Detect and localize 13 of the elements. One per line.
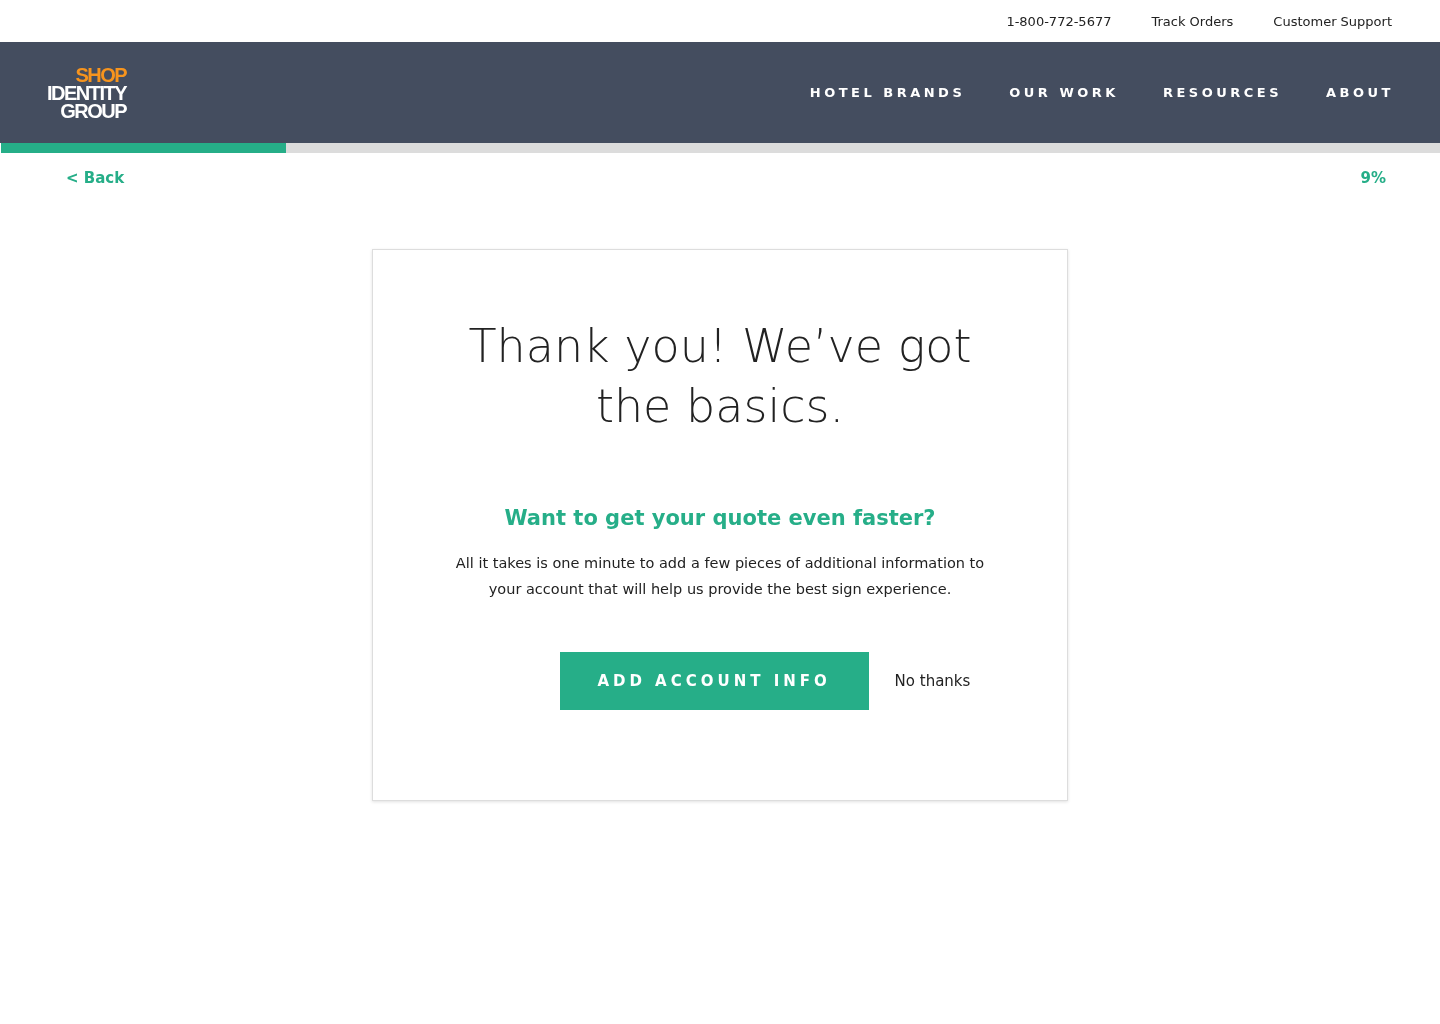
progress-percent: 9% xyxy=(1360,169,1386,187)
card-body: All it takes is one minute to add a few pieces of additional information to your account that will help us provide the best sign experience. xyxy=(454,554,986,599)
nav-link[interactable]: ABOUT xyxy=(1326,85,1394,100)
logo[interactable]: SHOP IDENTITY GROUP xyxy=(47,65,127,120)
utility-link[interactable]: 1-800-772-5677 xyxy=(1006,13,1112,29)
nav-link[interactable]: OUR WORK xyxy=(1009,85,1119,100)
nav-link[interactable]: RESOURCES xyxy=(1162,85,1283,100)
nav-link[interactable]: HOTEL BRANDS xyxy=(809,85,966,100)
card-subtitle: Want to get your quote even faster? xyxy=(504,506,936,530)
no-thanks-link[interactable]: No thanks xyxy=(894,672,971,690)
utility-link[interactable]: Customer Support xyxy=(1273,13,1392,29)
card-title: Thank you! We’ve got the basics. xyxy=(467,318,973,435)
utility-link[interactable]: Track Orders xyxy=(1151,13,1234,29)
